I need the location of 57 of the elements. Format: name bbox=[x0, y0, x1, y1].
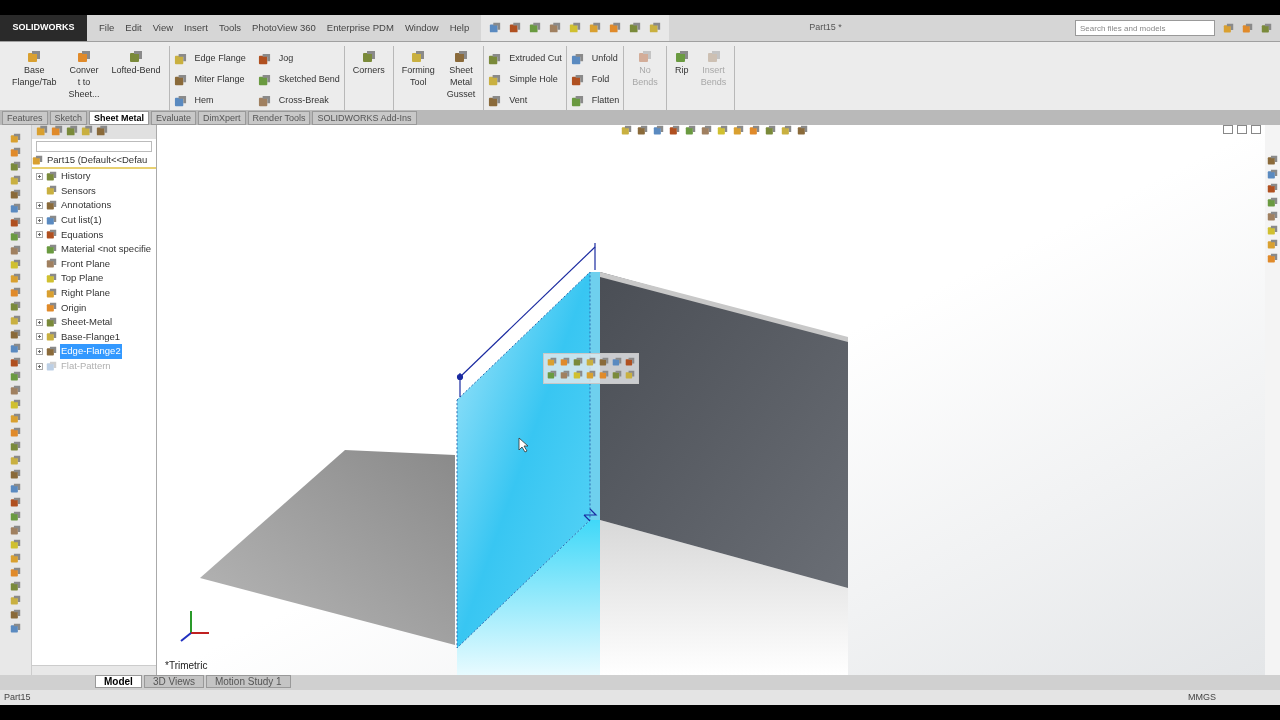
menu-item[interactable]: Edit bbox=[125, 20, 142, 36]
tree-root[interactable]: Part15 (Default<<Defau bbox=[32, 154, 156, 169]
tree-item[interactable]: Top Plane bbox=[60, 271, 105, 286]
menu-item[interactable]: File bbox=[99, 20, 115, 36]
tree-item[interactable]: Right Plane bbox=[60, 285, 112, 301]
ribbon-button[interactable]: Jog bbox=[257, 50, 340, 68]
command-tab[interactable]: Evaluate bbox=[151, 111, 197, 125]
menu-item[interactable]: Help bbox=[449, 20, 470, 36]
ribbon-button[interactable]: Flatten bbox=[570, 92, 620, 110]
menu-item[interactable]: PhotoView 360 bbox=[252, 20, 316, 36]
tree-item[interactable]: Equations bbox=[60, 227, 105, 242]
tree-item[interactable]: Front Plane bbox=[60, 256, 112, 271]
menu-item[interactable]: Enterprise PDM bbox=[326, 20, 394, 36]
tree-item[interactable]: Origin bbox=[60, 300, 88, 315]
ribbon-button[interactable]: Fold bbox=[570, 71, 620, 89]
search-field[interactable]: Search files and models bbox=[1075, 20, 1215, 36]
ribbon-button[interactable]: Sketched Bend bbox=[257, 71, 340, 89]
tree-item[interactable]: Sensors bbox=[60, 183, 97, 198]
document-tab[interactable]: Model bbox=[95, 675, 142, 688]
document-tab[interactable]: 3D Views bbox=[143, 675, 204, 688]
tree-item[interactable]: Cut list(1) bbox=[60, 212, 103, 228]
ribbon-button[interactable]: Forming Tool bbox=[397, 46, 439, 88]
menu-item[interactable]: Window bbox=[404, 20, 439, 36]
units-label: MMGS bbox=[1188, 690, 1216, 704]
tree-item[interactable]: Annotations bbox=[60, 198, 113, 213]
menu-item[interactable]: View bbox=[152, 20, 174, 36]
ribbon-button[interactable]: Sheet Metal Gusset bbox=[442, 46, 480, 100]
command-tab[interactable]: Sketch bbox=[49, 111, 88, 125]
ribbon-button[interactable]: Corners bbox=[348, 46, 389, 76]
ribbon-button[interactable]: Lofted-Bend bbox=[107, 46, 165, 76]
command-tab[interactable]: Features bbox=[2, 111, 48, 125]
ribbon-button[interactable]: Rip bbox=[670, 46, 693, 76]
window-title: Part15 * bbox=[809, 21, 842, 35]
ribbon-button[interactable]: Unfold bbox=[570, 50, 620, 68]
app-logo[interactable]: SOLIDWORKS bbox=[0, 15, 87, 41]
document-tab[interactable]: Motion Study 1 bbox=[205, 675, 291, 688]
command-tab[interactable]: Render Tools bbox=[247, 111, 311, 125]
ribbon-button[interactable]: Simple Hole bbox=[488, 71, 562, 89]
tree-item[interactable]: Material <not specifie bbox=[60, 242, 153, 257]
document-name: Part15 bbox=[4, 690, 31, 704]
ribbon-button[interactable]: Base Flange/Tab bbox=[8, 46, 61, 88]
command-tab[interactable]: DimXpert bbox=[198, 111, 246, 125]
ribbon-button[interactable]: Miter Flange bbox=[173, 71, 246, 89]
command-tab[interactable]: SOLIDWORKS Add-Ins bbox=[312, 111, 417, 125]
tree-item[interactable]: Base-Flange1 bbox=[60, 329, 122, 344]
ribbon-button[interactable]: Edge Flange bbox=[173, 50, 246, 68]
ribbon-button[interactable]: Conver t to Sheet... bbox=[64, 46, 104, 100]
tree-item[interactable]: Sheet-Metal bbox=[60, 315, 114, 330]
command-tab[interactable]: Sheet Metal bbox=[89, 111, 150, 125]
ribbon-button[interactable]: Extruded Cut bbox=[488, 50, 562, 68]
ribbon-button[interactable]: Cross-Break bbox=[257, 92, 340, 110]
view-orientation-label: *Trimetric bbox=[165, 659, 208, 673]
ribbon-button[interactable]: Vent bbox=[488, 92, 562, 110]
ribbon-button[interactable]: Hem bbox=[173, 92, 246, 110]
tree-item[interactable]: History bbox=[60, 169, 92, 184]
menu-item[interactable]: Tools bbox=[218, 20, 242, 36]
menu-item[interactable]: Insert bbox=[184, 20, 208, 36]
